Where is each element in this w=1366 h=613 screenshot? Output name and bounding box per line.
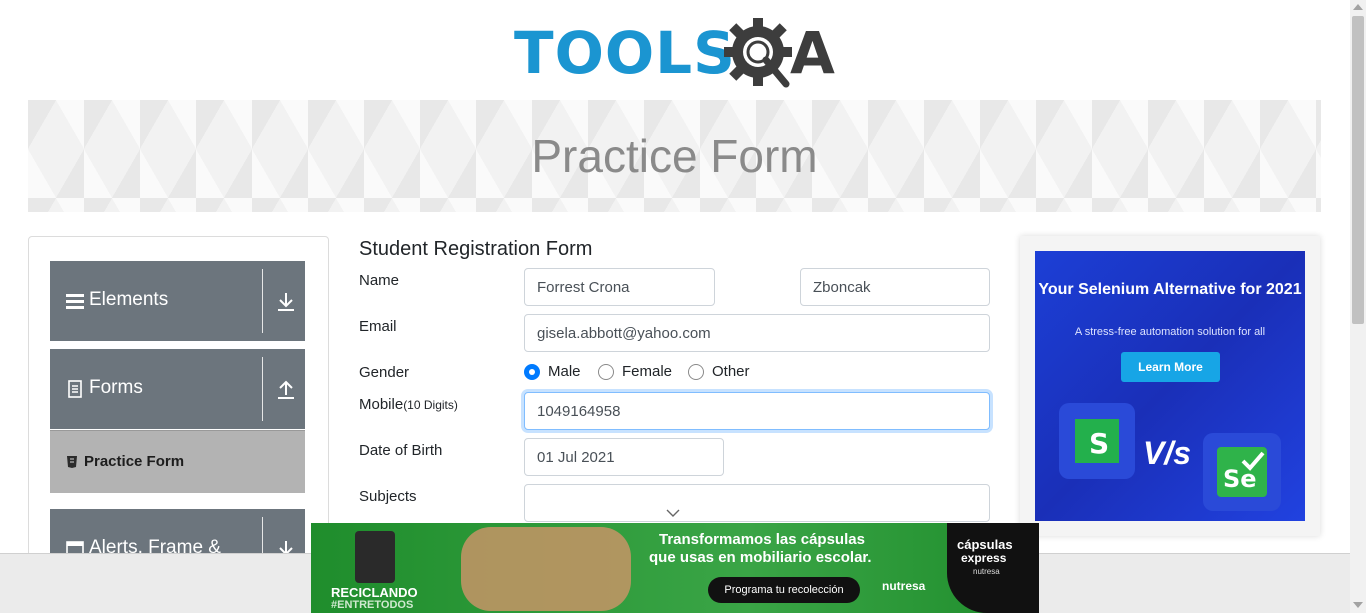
- sidebar-group-elements[interactable]: Elements: [50, 261, 305, 341]
- logo-text-a: A: [790, 19, 835, 87]
- scroll-down-arrow-icon[interactable]: [1353, 602, 1363, 608]
- children-photo: [461, 527, 631, 611]
- dob-label: Date of Birth: [359, 442, 443, 459]
- ad-subtitle: A stress-free automation solution for al…: [1074, 326, 1266, 338]
- scroll-up-arrow-icon[interactable]: [1353, 4, 1363, 10]
- divider: [262, 269, 263, 333]
- radio-label[interactable]: Female: [622, 363, 672, 380]
- page: TOOLS A Practice Form Elements Forms Pra…: [0, 0, 1366, 613]
- ad-title: Your Selenium Alternative for 2021: [1038, 281, 1302, 298]
- katalon-logo-letter: S: [1089, 427, 1109, 460]
- form-title: Student Registration Form: [359, 238, 593, 260]
- radio-button[interactable]: [524, 364, 540, 380]
- sidebar-group-label: Elements: [89, 289, 169, 310]
- katalon-logo-icon: S: [1059, 403, 1135, 479]
- mobile-input[interactable]: [524, 392, 990, 430]
- scrollbar-thumb[interactable]: [1352, 16, 1364, 324]
- brand-name-line2: express: [961, 551, 1007, 565]
- name-label: Name: [359, 272, 400, 289]
- form-icon: [67, 456, 77, 468]
- radio-button[interactable]: [688, 364, 704, 380]
- mobile-hint: (10 Digits): [403, 398, 458, 412]
- brand-name-line1: cápsulas: [957, 537, 1013, 552]
- ad-headline-line1: Transformamos las cápsulas: [659, 531, 865, 548]
- logo-text: TOOLS: [514, 19, 736, 87]
- gear-magnifier-icon: [724, 18, 792, 88]
- document-icon: [68, 380, 82, 398]
- chevron-down-icon[interactable]: [666, 508, 680, 518]
- download-arrow-icon[interactable]: [277, 292, 295, 312]
- sidebar-group-forms[interactable]: Forms: [50, 349, 305, 429]
- coffee-machine-image: [355, 531, 395, 583]
- versus-text: V/s: [1143, 435, 1192, 471]
- sidebar: Elements Forms Practice Form Alerts, Fra…: [28, 236, 329, 566]
- bottom-banner-ad[interactable]: RECICLANDO #ENTRETODOS Transformamos las…: [311, 523, 1039, 613]
- mobile-label: Mobile(10 Digits): [359, 396, 458, 413]
- ad-headline-line2: que usas en mobiliario escolar.: [649, 549, 872, 566]
- ad-hashtag: #ENTRETODOS: [331, 599, 414, 611]
- mobile-label-text: Mobile: [359, 396, 404, 413]
- divider: [262, 357, 263, 421]
- learn-more-button[interactable]: Learn More: [1121, 352, 1220, 382]
- selenium-alternative-ad[interactable]: Your Selenium Alternative for 2021 A str…: [1035, 251, 1305, 521]
- page-banner: Practice Form: [28, 100, 1321, 212]
- nutresa-logo: nutresa: [882, 579, 926, 593]
- email-label: Email: [359, 318, 397, 335]
- radio-label[interactable]: Other: [712, 363, 750, 380]
- first-name-input[interactable]: [524, 268, 715, 306]
- last-name-input[interactable]: [800, 268, 990, 306]
- radio-button[interactable]: [598, 364, 614, 380]
- sidebar-item-practice-form[interactable]: Practice Form: [50, 430, 305, 493]
- ad-campaign-text: RECICLANDO: [331, 585, 418, 600]
- sidebar-item-label: Practice Form: [84, 453, 185, 470]
- brand-name-line3: nutresa: [973, 567, 1000, 576]
- date-of-birth-input[interactable]: [524, 438, 724, 476]
- katalon-logo-svg: S: [1075, 419, 1119, 463]
- selenium-logo-svg: Se: [1217, 447, 1267, 497]
- list-icon: [66, 294, 84, 309]
- subjects-label: Subjects: [359, 488, 417, 505]
- gender-label: Gender: [359, 364, 410, 381]
- subjects-input[interactable]: [524, 484, 990, 522]
- selenium-logo-icon: Se: [1203, 433, 1281, 511]
- toolsqa-logo[interactable]: TOOLS A: [514, 14, 838, 92]
- schedule-pickup-button[interactable]: Programa tu recolección: [708, 577, 860, 603]
- email-input[interactable]: [524, 314, 990, 352]
- sidebar-group-label: Forms: [89, 377, 143, 398]
- page-title: Practice Form: [531, 130, 818, 182]
- radio-label[interactable]: Male: [548, 363, 581, 380]
- upload-arrow-icon[interactable]: [277, 380, 295, 400]
